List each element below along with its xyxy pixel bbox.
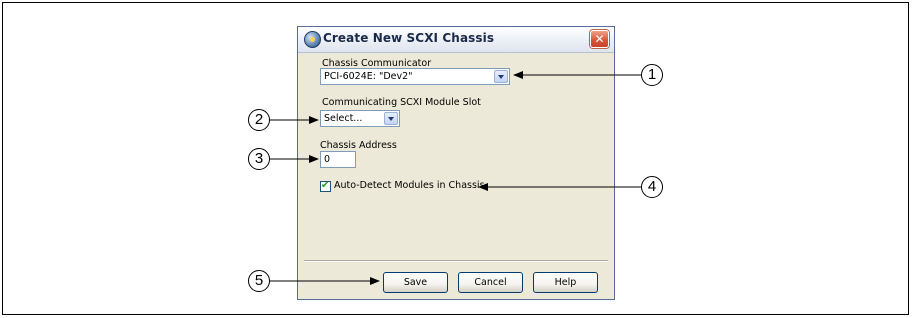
callout-2: 2 bbox=[248, 109, 270, 131]
callout-3: 3 bbox=[248, 148, 270, 170]
callout-5: 5 bbox=[248, 270, 270, 292]
callout-arrows bbox=[270, 71, 641, 285]
callout-1: 1 bbox=[641, 64, 663, 86]
callout-4: 4 bbox=[641, 176, 663, 198]
